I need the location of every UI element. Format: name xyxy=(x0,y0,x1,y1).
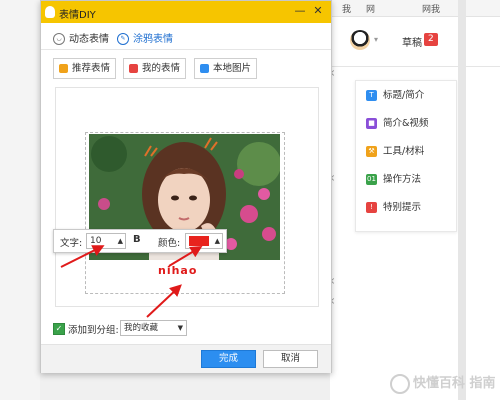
background-top-bar: 我 网 网我 xyxy=(330,0,500,17)
cancel-button[interactable]: 取消 xyxy=(263,350,318,368)
tip-icon: ! xyxy=(366,202,377,213)
side-nav-label: 简介&视频 xyxy=(383,118,429,129)
watermark-text: 快懂百科 指南 xyxy=(413,376,496,391)
side-nav: T 标题/简介 ■ 简介&视频 ⚒ 工具/材料 01 操作方法 ! 特别提示 xyxy=(355,80,457,232)
top-link[interactable]: 网 xyxy=(366,2,375,15)
annotation-arrows xyxy=(60,245,203,318)
side-nav-label: 工具/材料 xyxy=(383,146,425,157)
divider xyxy=(330,66,500,67)
tool-icon: ⚒ xyxy=(366,146,377,157)
group-value: 我的收藏 xyxy=(124,323,159,333)
background-left-panel xyxy=(0,0,40,400)
side-nav-label: 操作方法 xyxy=(383,174,422,185)
side-nav-item-tools[interactable]: ⚒ 工具/材料 xyxy=(366,145,424,159)
side-nav-item-title[interactable]: T 标题/简介 xyxy=(366,89,424,103)
add-to-group-checkbox[interactable]: ✓ xyxy=(53,323,65,335)
chevron-down-icon[interactable]: ▾ xyxy=(374,35,378,44)
side-nav-item-video[interactable]: ■ 简介&视频 xyxy=(366,117,428,131)
user-area: ▾ 草稿 2 xyxy=(346,28,500,54)
top-link[interactable]: 我 xyxy=(342,2,351,15)
draft-count-badge: 2 xyxy=(424,33,438,46)
emoji-diy-dialog: 表情DIY — ✕ ◡ 动态表情 ✎ 涂鸦表情 推荐表情 我的表情 本地图片 文… xyxy=(40,0,332,373)
group-select[interactable]: 我的收藏 ▼ xyxy=(120,320,187,336)
side-nav-item-steps[interactable]: 01 操作方法 xyxy=(366,173,421,187)
watermark: 快懂百科 指南 xyxy=(390,372,496,394)
annotation-arrow xyxy=(60,245,105,268)
annotation-arrow xyxy=(168,245,203,267)
side-nav-label: 标题/简介 xyxy=(383,90,425,101)
top-link[interactable]: 网我 xyxy=(422,2,440,15)
avatar[interactable] xyxy=(350,30,370,50)
group-row: ✓ 添加到分组: 我的收藏 ▼ xyxy=(41,315,331,343)
side-nav-item-tips[interactable]: ! 特别提示 xyxy=(366,201,421,215)
side-nav-label: 特别提示 xyxy=(383,202,422,213)
video-icon: ■ xyxy=(366,118,377,129)
done-button[interactable]: 完成 xyxy=(201,350,256,368)
page-scrollbar[interactable] xyxy=(458,0,466,400)
dialog-footer: 完成 取消 xyxy=(41,344,331,373)
steps-icon: 01 xyxy=(366,174,377,185)
chevron-down-icon: ▼ xyxy=(177,324,183,332)
annotation-arrow xyxy=(146,284,182,318)
title-icon: T xyxy=(366,90,377,101)
add-to-group-label: 添加到分组: xyxy=(68,325,119,336)
watermark-logo-icon xyxy=(390,373,410,394)
draft-link[interactable]: 草稿 xyxy=(402,34,422,49)
